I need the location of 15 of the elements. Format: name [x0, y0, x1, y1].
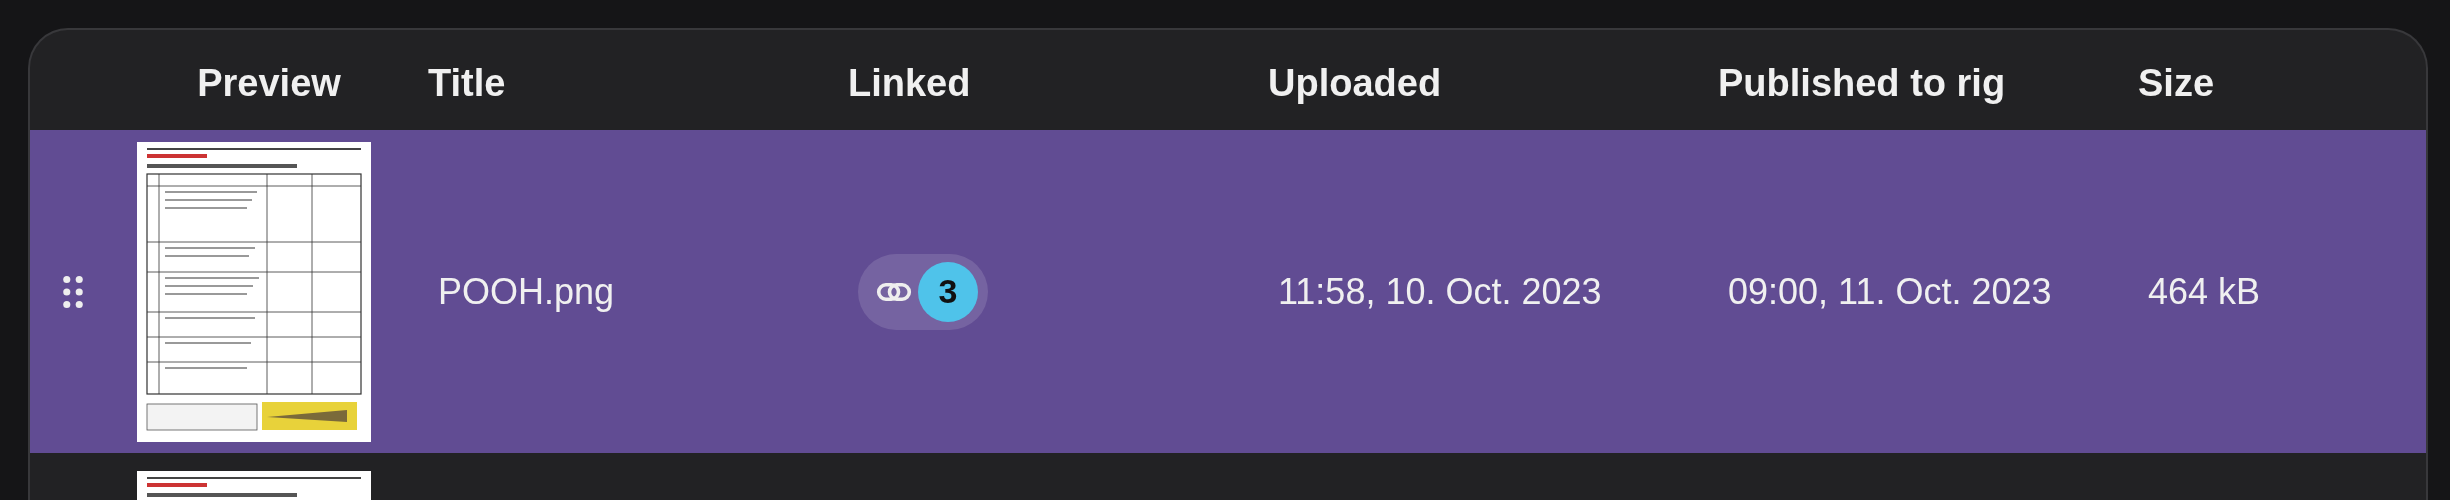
linked-chip[interactable]: 3 — [858, 253, 988, 330]
table-row[interactable]: POOH.png 3 11:58, 10. Oct. 2023 09:00, 11. Oct. 2023 464 kB — [30, 130, 2426, 453]
file-size: 464 kB — [2148, 270, 2261, 312]
column-header[interactable]: Published to rig — [1718, 61, 2006, 104]
column-header[interactable]: Size — [2138, 61, 2215, 104]
file-title: POOH.png — [438, 270, 615, 312]
column-header[interactable]: Linked — [848, 61, 971, 104]
count-badge: 3 — [918, 261, 978, 322]
link-icon — [876, 280, 912, 303]
column-header[interactable]: Preview — [197, 61, 341, 104]
column-header[interactable]: Title — [428, 61, 506, 104]
column-header[interactable]: Uploaded — [1268, 61, 1442, 104]
upload-time: 11:58, 10. Oct. 2023 — [1278, 270, 1602, 312]
publish-time: 09:00, 11. Oct. 2023 — [1728, 270, 2052, 312]
drag-handle-icon[interactable] — [63, 275, 83, 308]
